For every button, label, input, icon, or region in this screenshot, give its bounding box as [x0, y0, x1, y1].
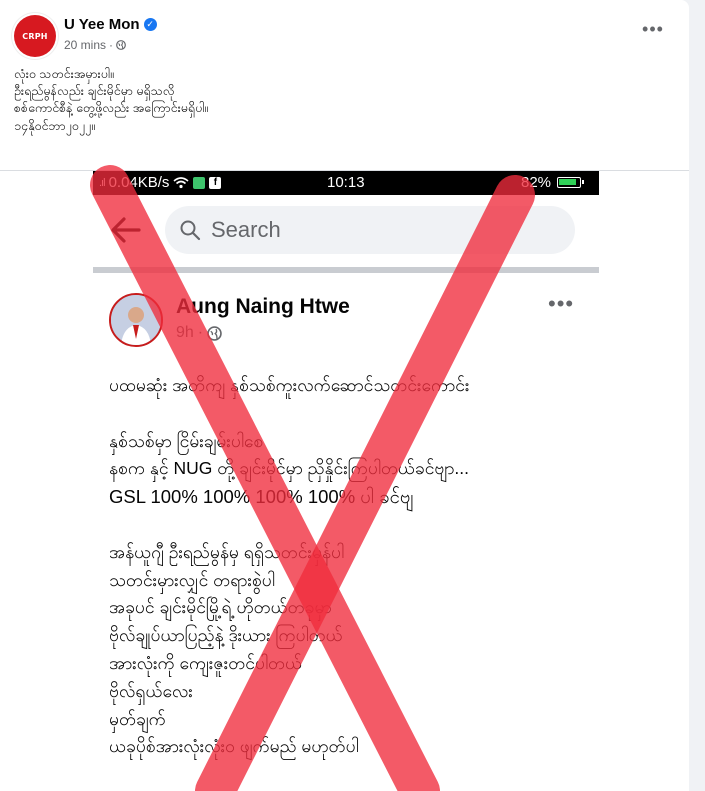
back-arrow-icon[interactable] [109, 213, 143, 247]
inner-post-line: နှစ်သစ်မှာ ငြိမ်းချမ်းပါစေ [109, 430, 264, 451]
battery-level: 82% [521, 174, 552, 191]
avatar[interactable] [109, 293, 163, 347]
signal-icon: .ıl [99, 176, 105, 189]
phone-status-bar: .ıl 0.04KB/s f 10:13 82% [93, 171, 599, 195]
inner-post-line: GSL 100% 100% 100% 100% ပါ ခင်ဗျ [109, 486, 414, 508]
post-time[interactable]: 20 mins [64, 38, 106, 52]
more-options-icon[interactable]: ••• [638, 20, 668, 46]
wifi-icon [173, 177, 189, 189]
post-card: CRPH U Yee Mon ✓ 20 mins · ••• လုံး၀ သတင… [0, 0, 689, 791]
more-options-icon[interactable]: ••• [548, 291, 574, 317]
inner-post-line: အခုပင် ချင်းမိုင်မြို့ရဲ့ ဟိုတယ်တခုမှာ [109, 597, 332, 618]
post-line: စစ်ကောင်စီနဲ့ တွေ့ဖို့လည်း အကြောင်းမရှိပ… [14, 101, 209, 115]
verified-badge-icon: ✓ [143, 18, 157, 31]
post-line: ဦးရည်မွန်လည်း ချင်းမိုင်မှာ မရှိသလို [14, 84, 175, 98]
inner-post-line: ဗိုလ်ချုပ်ယာပြည့်နဲ့ ဒိုးယား ကြပါတယ် [109, 625, 343, 646]
avatar[interactable]: CRPH [14, 15, 56, 57]
post-meta: 20 mins · [64, 38, 126, 52]
search-placeholder: Search [211, 217, 281, 242]
inner-post-line: နစက နှင့် NUG တို့ ချင်းမိုင်မှာ ညှိနှို… [109, 458, 469, 479]
search-icon [180, 220, 201, 241]
inner-post-meta: 9h · [176, 324, 222, 342]
author-name[interactable]: U Yee Mon [64, 16, 140, 33]
search-input[interactable]: Search [165, 206, 575, 254]
inner-post-text: ပထမဆုံး အတိကျ နှစ်သစ်ကူးလက်ဆောင်သတင်းကော… [109, 372, 589, 761]
inner-post-line: အားလုံးကို ကျေးဇူးတင်ပါတယ် [109, 652, 303, 673]
divider [93, 267, 599, 273]
inner-post-author[interactable]: Aung Naing Htwe [176, 295, 350, 319]
facebook-icon: f [209, 176, 222, 189]
inner-post-line: ပထမဆုံး အတိကျ နှစ်သစ်ကူးလက်ဆောင်သတင်းကော… [109, 375, 470, 395]
inner-post-line: ဗိုလ်ရှယ်လေး [109, 680, 193, 701]
inner-post-line: အန်ယူဂျီ ဦးရည်မွန်မှ ရရှိသတင်းမှန်ပါ [109, 541, 345, 562]
inner-post-line: သတင်းမှားလျှင် တရားစွဲပါ [109, 569, 275, 590]
network-speed: 0.04KB/s [108, 174, 170, 191]
post-text: လုံး၀ သတင်းအမှားပါ။ ဦးရည်မွန်လည်း ချင်းမ… [14, 66, 664, 135]
post-line: လုံး၀ သတင်းအမှားပါ။ [14, 67, 114, 81]
inner-post-line: ယခုပိုစ်အားလုံးလုံး၀ ဖျက်မည် မဟုတ်ပါ [109, 736, 359, 757]
post-author[interactable]: U Yee Mon ✓ [64, 16, 157, 33]
globe-icon [116, 40, 126, 50]
embedded-screenshot[interactable]: .ıl 0.04KB/s f 10:13 82% Search Aung Nai… [93, 171, 599, 791]
inner-post-time[interactable]: 9h [176, 324, 194, 342]
status-time: 10:13 [327, 174, 365, 191]
globe-icon [207, 325, 222, 341]
inner-post-line: မှတ်ချက် [109, 708, 166, 729]
message-app-icon [193, 176, 206, 189]
profile-photo-icon [111, 295, 161, 345]
battery-icon [557, 177, 585, 188]
post-line: ၁၄နိုဝင်ဘာ၂၀၂၂။ [14, 119, 95, 133]
